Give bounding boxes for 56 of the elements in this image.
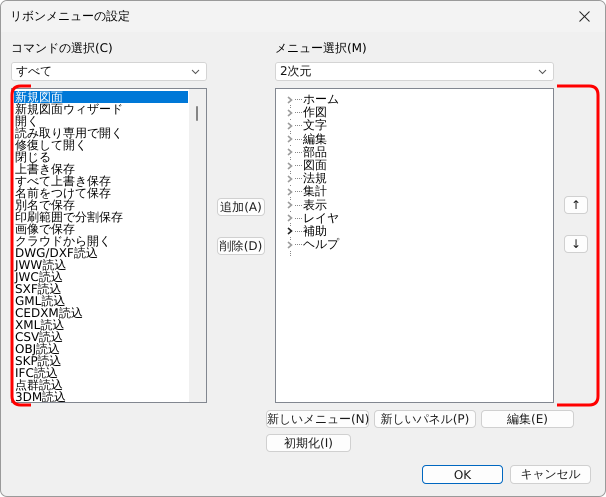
scrollbar[interactable] — [189, 89, 206, 402]
tree-item[interactable]: レイヤ — [303, 212, 339, 225]
command-item[interactable]: 別名で保存 — [14, 199, 188, 211]
tree-item[interactable]: ヘルプ — [303, 238, 339, 252]
command-item[interactable]: GML読込 — [14, 295, 188, 307]
command-item[interactable]: 開く — [14, 115, 188, 127]
command-item[interactable]: SXF読込 — [14, 283, 188, 295]
chevron-down-icon — [538, 68, 547, 74]
filter-dropdown[interactable]: すべて — [11, 62, 207, 81]
remove-button[interactable]: 削除(D) — [217, 237, 265, 255]
command-item[interactable]: 閉じる — [14, 151, 188, 163]
command-item[interactable]: XML読込 — [14, 319, 188, 331]
close-icon[interactable] — [579, 11, 590, 22]
move-down-button[interactable]: ↓ — [564, 235, 588, 253]
tree-item[interactable]: 図面 — [303, 159, 327, 172]
section-label: コマンドの選択(C) — [11, 40, 113, 56]
new-panel-button[interactable]: 新しいパネル(P) — [374, 410, 476, 428]
window-title: リボンメニューの設定 — [10, 8, 131, 25]
tree-item[interactable]: 編集 — [303, 132, 327, 146]
tree-item[interactable]: 集計 — [303, 185, 327, 198]
command-item[interactable]: 読み取り専用で開く — [14, 127, 188, 139]
edit-button[interactable]: 編集(E) — [481, 410, 574, 428]
command-item[interactable]: SKP読込 — [14, 355, 188, 367]
tree-item[interactable]: ホーム — [303, 93, 339, 106]
command-item[interactable]: 名前をつけて保存 — [14, 187, 188, 199]
command-item[interactable]: CEDXM読込 — [14, 307, 188, 319]
command-item[interactable]: JWW読込 — [14, 259, 188, 271]
command-item[interactable]: 新規図面 — [14, 91, 188, 103]
tree-item[interactable]: 補助 — [303, 224, 327, 238]
command-item[interactable]: 印刷範囲で分割保存 — [14, 211, 188, 223]
command-item[interactable]: CSV読込 — [14, 331, 188, 343]
tree-item[interactable]: 作図 — [303, 106, 327, 120]
tree-item[interactable]: 表示 — [303, 198, 327, 212]
ok-button[interactable]: OK — [422, 465, 503, 484]
command-item[interactable]: 画像で保存 — [14, 223, 188, 235]
command-item[interactable]: 修復して開く — [14, 139, 188, 151]
reset-button[interactable]: 初期化(I) — [266, 434, 351, 452]
tree-item[interactable]: 法規 — [303, 172, 327, 186]
section-label: メニュー選択(M) — [275, 40, 367, 56]
command-item[interactable]: 上書き保存 — [14, 163, 188, 175]
command-item[interactable]: OBJ読込 — [14, 343, 188, 355]
command-item[interactable]: 点群読込 — [14, 379, 188, 391]
chevron-down-icon — [191, 68, 200, 74]
tree-item[interactable]: 文字 — [303, 119, 327, 132]
add-button[interactable]: 追加(A) — [217, 198, 265, 216]
command-item[interactable]: すべて上書き保存 — [14, 175, 188, 187]
tree-item[interactable]: 部品 — [303, 146, 327, 159]
command-item[interactable]: DWG/DXF読込 — [14, 247, 188, 259]
command-item[interactable]: 新規図面ウィザード — [14, 103, 188, 115]
command-item[interactable]: クラウドから開く — [14, 235, 188, 247]
command-item[interactable]: IFC読込 — [14, 367, 188, 379]
command-item[interactable]: JWC読込 — [14, 271, 188, 283]
move-up-button[interactable]: ↑ — [564, 196, 588, 214]
filter-dropdown[interactable]: 2次元 — [275, 62, 554, 81]
cancel-button[interactable]: キャンセル — [510, 465, 591, 484]
new-menu-button[interactable]: 新しいメニュー(N) — [266, 410, 369, 428]
